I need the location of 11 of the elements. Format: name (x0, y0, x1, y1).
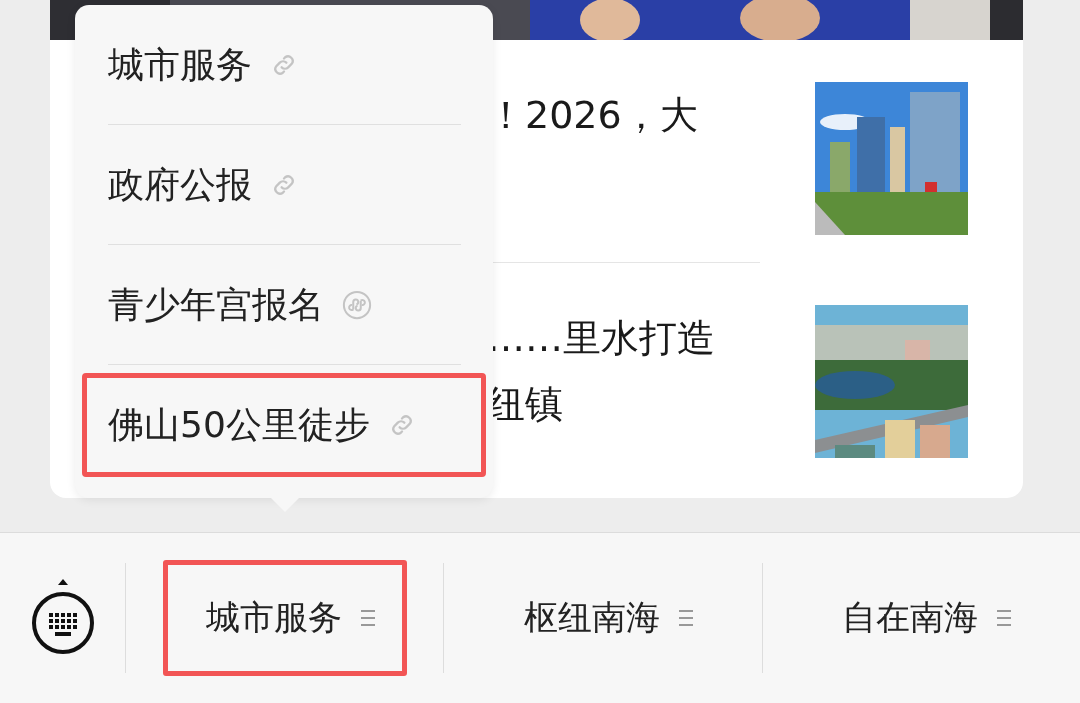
menu-tab[interactable]: 枢纽南海 (481, 560, 725, 677)
menu-tab[interactable]: 自在南海 (799, 560, 1044, 677)
menu-icon (678, 609, 694, 628)
menu-tab[interactable]: 城市服务 (162, 560, 407, 677)
menu-icon (359, 609, 376, 628)
menu-item[interactable]: 政府公报 (82, 133, 486, 237)
menu-icon (996, 609, 1013, 628)
mini-program-icon (342, 290, 372, 320)
menu-item[interactable]: 青少年宫报名 (82, 253, 486, 357)
menu-item[interactable]: 城市服务 (82, 13, 486, 117)
menu-item[interactable]: 佛山50公里徒步 (82, 373, 486, 477)
